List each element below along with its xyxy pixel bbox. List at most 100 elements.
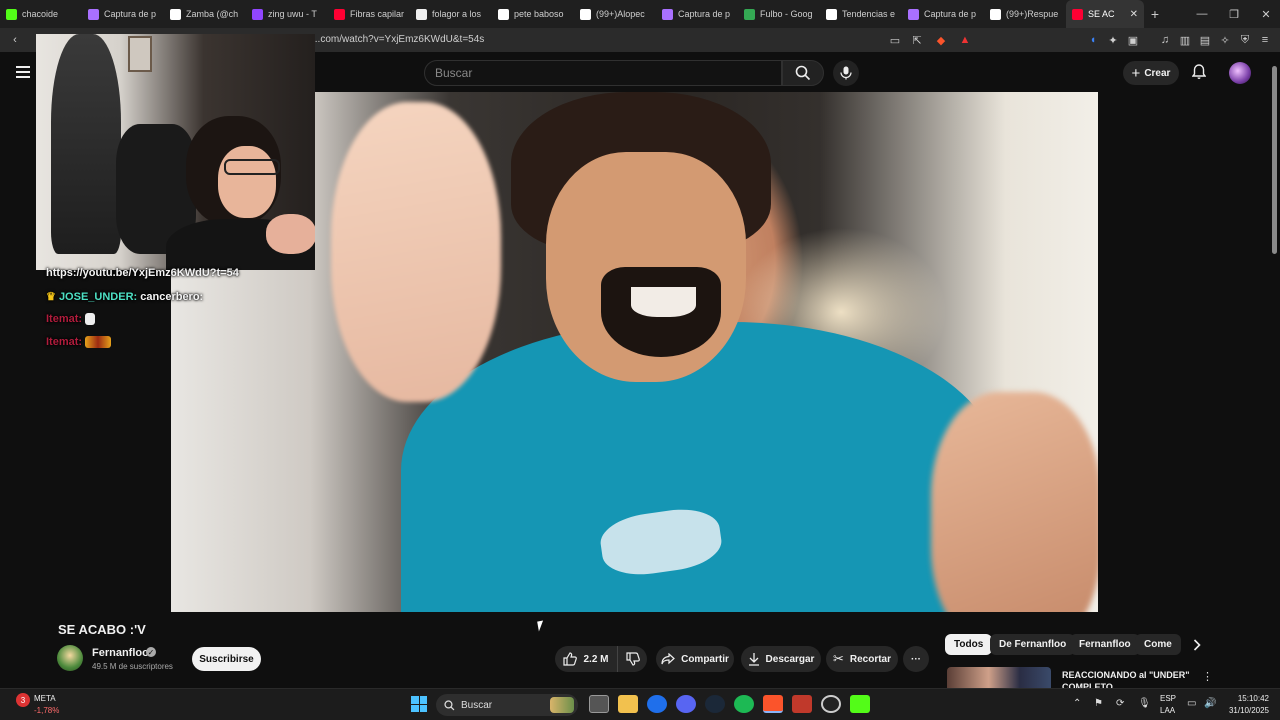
steam-icon[interactable] xyxy=(705,695,725,713)
browser-tab[interactable]: Captura de p xyxy=(656,0,738,28)
clock-date[interactable]: 31/10/2025 xyxy=(1223,706,1269,715)
like-button[interactable]: 2.2 M xyxy=(555,646,617,672)
music-icon[interactable]: ♫ xyxy=(1158,33,1172,47)
browser-tab[interactable]: Fulbo - Goog xyxy=(738,0,820,28)
bing-icon[interactable] xyxy=(647,695,667,713)
scissors-icon: ✂ xyxy=(832,651,844,666)
brave-browser-icon[interactable] xyxy=(763,695,783,713)
translate-icon[interactable]: ◖ xyxy=(1086,33,1100,47)
dislike-button[interactable] xyxy=(617,646,647,672)
discord-icon[interactable] xyxy=(676,695,696,713)
tab-favicon-icon xyxy=(252,8,263,20)
browser-tab[interactable]: folagor a los xyxy=(410,0,492,28)
tab-title: (99+)Respue xyxy=(1006,9,1059,19)
chip-from-channel[interactable]: De Fernanfloo xyxy=(990,634,1076,655)
more-vertical-icon[interactable]: ⋮ xyxy=(1202,670,1213,683)
mouse-cursor-icon xyxy=(537,620,545,632)
taskbar-search[interactable]: Buscar xyxy=(436,694,578,716)
chip-fernanfloo[interactable]: Fernanfloo xyxy=(1070,634,1140,655)
extensions-icon[interactable]: ✦ xyxy=(1106,33,1120,47)
scrollbar-thumb[interactable] xyxy=(1272,66,1277,254)
keyboard-layout[interactable]: LAA xyxy=(1160,706,1175,715)
tray-app-icon[interactable]: ⚑ xyxy=(1094,698,1103,709)
recorder-app-icon[interactable] xyxy=(792,695,812,713)
stock-name[interactable]: META xyxy=(34,694,56,703)
network-icon[interactable]: ▭ xyxy=(1187,698,1196,709)
spotify-icon[interactable] xyxy=(734,695,754,713)
tab-favicon-icon xyxy=(662,8,673,20)
microphone-tray-icon[interactable]: 🎙 xyxy=(1138,698,1151,709)
hamburger-menu-icon[interactable] xyxy=(16,66,30,78)
browser-tab[interactable]: (99+)Respue xyxy=(984,0,1066,28)
chip-comedy[interactable]: Come xyxy=(1135,634,1181,655)
chevron-right-icon[interactable] xyxy=(1188,636,1206,654)
download-button[interactable]: Descargar xyxy=(741,646,821,672)
brave-shield-icon[interactable]: ◆ xyxy=(934,33,948,47)
language-indicator[interactable]: ESP xyxy=(1160,694,1176,703)
menu-icon[interactable]: ≡ xyxy=(1258,33,1272,47)
account-avatar[interactable] xyxy=(1229,62,1251,84)
search-button[interactable] xyxy=(782,60,824,86)
browser-tab[interactable]: Captura de p xyxy=(82,0,164,28)
chip-all[interactable]: Todos xyxy=(945,634,993,655)
browser-tab[interactable]: (99+)Alopec xyxy=(574,0,656,28)
search-icon xyxy=(795,65,811,81)
kick-icon[interactable] xyxy=(850,695,870,713)
webcam-glasses xyxy=(224,159,280,175)
share-page-icon[interactable]: ⇱ xyxy=(910,33,924,47)
cast-icon[interactable]: ▭ xyxy=(888,33,902,47)
tab-favicon-icon xyxy=(580,8,591,20)
thumbs-down-icon xyxy=(625,652,640,666)
browser-tab[interactable]: pete baboso xyxy=(492,0,574,28)
volume-icon[interactable]: 🔊 xyxy=(1204,698,1216,709)
tab-title: pete baboso xyxy=(514,9,564,19)
tab-title: Fibras capilar xyxy=(350,9,404,19)
search-input[interactable]: Buscar xyxy=(424,60,782,86)
chevron-up-icon[interactable]: ⌃ xyxy=(1073,698,1081,709)
tab-favicon-icon xyxy=(88,8,99,20)
back-icon[interactable]: ‹ xyxy=(8,33,22,47)
restore-icon[interactable]: ❐ xyxy=(1218,0,1250,28)
url-text[interactable]: ...com/watch?v=YxjEmz6KWdU&t=54s xyxy=(312,34,484,45)
windows-taskbar xyxy=(0,688,1280,720)
stock-widget-badge[interactable]: 3 xyxy=(16,693,30,707)
vpn-icon[interactable]: ⛨ xyxy=(1238,33,1252,47)
browser-tab[interactable]: SE AC ✕ xyxy=(1066,0,1144,28)
browser-tab[interactable]: zing uwu - T xyxy=(246,0,328,28)
recommended-video-title[interactable]: REACCIONANDO al "UNDER" COMPLETO xyxy=(1062,669,1192,689)
brave-rewards-icon[interactable]: ▲ xyxy=(958,33,972,47)
file-explorer-icon[interactable] xyxy=(618,695,638,713)
chat-message: Itemat: xyxy=(46,313,96,326)
obs-icon[interactable] xyxy=(821,695,841,713)
webcam-face xyxy=(218,146,276,218)
recommended-video-thumbnail[interactable] xyxy=(947,667,1051,689)
close-window-icon[interactable]: ✕ xyxy=(1250,0,1280,28)
minimize-icon[interactable]: — xyxy=(1186,0,1218,28)
sync-icon[interactable]: ⟳ xyxy=(1116,698,1124,709)
create-button[interactable]: + Crear xyxy=(1123,61,1179,85)
leo-ai-icon[interactable]: ✧ xyxy=(1218,33,1232,47)
browser-tab[interactable]: Tendencias e xyxy=(820,0,902,28)
sidebar-icon[interactable]: ▥ xyxy=(1178,33,1192,47)
notifications-bell-icon[interactable] xyxy=(1192,64,1206,80)
new-tab-button[interactable]: + xyxy=(1144,3,1166,25)
close-tab-icon[interactable]: ✕ xyxy=(1130,9,1138,20)
browser-tab[interactable]: chacoide xyxy=(0,0,82,28)
voice-search-button[interactable] xyxy=(833,60,859,86)
channel-avatar[interactable] xyxy=(57,645,83,671)
task-view-icon[interactable] xyxy=(589,695,609,713)
chat-username: Itemat: xyxy=(46,313,83,325)
share-button[interactable]: Compartir xyxy=(656,646,734,672)
browser-tab[interactable]: Zamba (@ch xyxy=(164,0,246,28)
browser-tab[interactable]: Fibras capilar xyxy=(328,0,410,28)
more-actions-button[interactable]: ··· xyxy=(903,646,929,672)
wallet-icon[interactable]: ▤ xyxy=(1198,33,1212,47)
screenshot-icon[interactable]: ▣ xyxy=(1126,33,1140,47)
windows-start-icon[interactable] xyxy=(411,696,427,712)
clock-time[interactable]: 15:10:42 xyxy=(1237,694,1269,703)
browser-tab[interactable]: Captura de p xyxy=(902,0,984,28)
channel-name[interactable]: Fernanfloo xyxy=(92,647,149,659)
chat-message-text: https://youtu.be/YxjEmz6KWdU?t=54 xyxy=(46,267,239,279)
clip-button[interactable]: ✂ Recortar xyxy=(826,646,898,672)
subscribe-button[interactable]: Suscribirse xyxy=(192,647,261,671)
